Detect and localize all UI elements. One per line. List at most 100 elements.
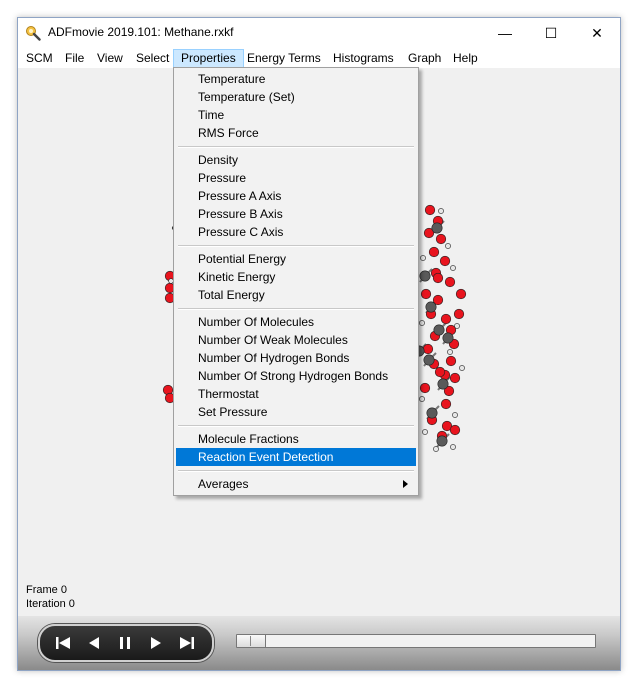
menu-item-thermostat[interactable]: Thermostat: [176, 385, 416, 403]
carbon-atom: [425, 301, 437, 313]
menu-item-kinetic-energy[interactable]: Kinetic Energy: [176, 268, 416, 286]
hydrogen-atom: [459, 365, 465, 371]
menu-item-label: Potential Energy: [198, 252, 287, 266]
menu-item-label: Number Of Hydrogen Bonds: [198, 351, 350, 365]
menu-item-number-of-hydrogen-bonds[interactable]: Number Of Hydrogen Bonds: [176, 349, 416, 367]
menu-item-label: Averages: [198, 477, 249, 491]
menu-item-time[interactable]: Time: [176, 106, 416, 124]
oxygen-atom: [424, 204, 436, 216]
menu-select[interactable]: Select: [129, 50, 176, 67]
title-bar[interactable]: ADFmovie 2019.101: Methane.rxkf — ☐ ✕: [18, 18, 620, 48]
playback-bar: [18, 616, 620, 670]
hydrogen-atom: [452, 412, 458, 418]
oxygen-atom: [449, 372, 461, 384]
menu-item-rms-force[interactable]: RMS Force: [176, 124, 416, 142]
menu-item-pressure-b-axis[interactable]: Pressure B Axis: [176, 205, 416, 223]
hydrogen-atom: [420, 255, 426, 261]
menu-separator: [178, 308, 414, 310]
maximize-icon: ☐: [544, 25, 558, 41]
menu-properties[interactable]: Properties: [173, 49, 244, 68]
hydrogen-atom: [433, 446, 439, 452]
step-back-icon: [89, 637, 99, 649]
menu-file[interactable]: File: [58, 50, 91, 67]
menu-item-label: Temperature (Set): [198, 90, 295, 104]
hydrogen-atom: [450, 265, 456, 271]
oxygen-atom: [444, 276, 456, 288]
menu-item-molecule-fractions[interactable]: Molecule Fractions: [176, 430, 416, 448]
menu-item-number-of-strong-hydrogen-bonds[interactable]: Number Of Strong Hydrogen Bonds: [176, 367, 416, 385]
menu-item-potential-energy[interactable]: Potential Energy: [176, 250, 416, 268]
menu-item-label: Kinetic Energy: [198, 270, 276, 284]
hydrogen-atom: [419, 320, 425, 326]
minimize-icon: —: [498, 25, 512, 41]
oxygen-atom: [449, 424, 461, 436]
menu-item-label: Number Of Strong Hydrogen Bonds: [198, 369, 389, 383]
first-frame-button[interactable]: [50, 631, 76, 655]
menu-view[interactable]: View: [90, 50, 130, 67]
menu-help[interactable]: Help: [446, 50, 485, 67]
menu-energy-terms[interactable]: Energy Terms: [240, 50, 328, 67]
skip-last-icon: [180, 637, 194, 649]
hydrogen-atom: [419, 396, 425, 402]
pause-button[interactable]: [112, 631, 138, 655]
menu-item-number-of-weak-molecules[interactable]: Number Of Weak Molecules: [176, 331, 416, 349]
menu-item-label: Pressure C Axis: [198, 225, 284, 239]
oxygen-atom: [439, 255, 451, 267]
carbon-atom: [426, 407, 438, 419]
oxygen-atom: [445, 355, 457, 367]
menu-bar: SCM File View Select Properties Energy T…: [18, 48, 620, 68]
oxygen-atom: [440, 313, 452, 325]
menu-item-temperature[interactable]: Temperature: [176, 70, 416, 88]
carbon-atom: [442, 332, 454, 344]
frame-slider-track[interactable]: [236, 634, 596, 648]
window-title: ADFmovie 2019.101: Methane.rxkf: [48, 25, 234, 39]
menu-item-total-energy[interactable]: Total Energy: [176, 286, 416, 304]
oxygen-atom: [419, 382, 431, 394]
hydrogen-atom: [438, 208, 444, 214]
oxygen-atom: [453, 308, 465, 320]
adfmovie-app-icon: [26, 26, 41, 41]
menu-graph[interactable]: Graph: [401, 50, 448, 67]
hydrogen-atom: [445, 243, 451, 249]
last-frame-button[interactable]: [174, 631, 200, 655]
menu-item-label: Total Energy: [198, 288, 265, 302]
menu-item-label: Set Pressure: [198, 405, 268, 419]
menu-item-label: Pressure B Axis: [198, 207, 283, 221]
iteration-label: Iteration 0: [26, 598, 75, 610]
menu-item-label: Pressure: [198, 171, 247, 185]
menu-item-temperature-set[interactable]: Temperature (Set): [176, 88, 416, 106]
oxygen-atom: [435, 233, 447, 245]
menu-item-label: Pressure A Axis: [198, 189, 282, 203]
menu-item-density[interactable]: Density: [176, 151, 416, 169]
menu-item-averages[interactable]: Averages: [176, 475, 416, 493]
menu-item-set-pressure[interactable]: Set Pressure: [176, 403, 416, 421]
menu-item-pressure[interactable]: Pressure: [176, 169, 416, 187]
hydrogen-atom: [450, 444, 456, 450]
menu-scm[interactable]: SCM: [19, 50, 60, 67]
oxygen-atom: [432, 272, 444, 284]
menu-item-number-of-molecules[interactable]: Number Of Molecules: [176, 313, 416, 331]
menu-item-label: Number Of Molecules: [198, 315, 315, 329]
next-frame-button[interactable]: [143, 631, 169, 655]
previous-frame-button[interactable]: [81, 631, 107, 655]
menu-item-label: RMS Force: [198, 126, 259, 140]
maximize-button[interactable]: ☐: [528, 18, 574, 48]
menu-item-pressure-a-axis[interactable]: Pressure A Axis: [176, 187, 416, 205]
submenu-arrow-icon: [403, 480, 408, 488]
menu-item-label: Density: [198, 153, 239, 167]
menu-item-pressure-c-axis[interactable]: Pressure C Axis: [176, 223, 416, 241]
oxygen-atom: [434, 366, 446, 378]
carbon-atom: [423, 354, 435, 366]
carbon-atom: [436, 435, 448, 447]
frame-slider-thumb[interactable]: [237, 635, 266, 647]
menu-item-reaction-event-detection[interactable]: Reaction Event Detection: [176, 448, 416, 466]
carbon-atom: [419, 270, 431, 282]
menu-histograms[interactable]: Histograms: [326, 50, 401, 67]
minimize-button[interactable]: —: [482, 18, 528, 48]
menu-item-label: Temperature: [198, 72, 266, 86]
menu-item-label: Number Of Weak Molecules: [198, 333, 348, 347]
menu-item-label: Molecule Fractions: [198, 432, 299, 446]
menu-item-label: Reaction Event Detection: [198, 450, 334, 464]
close-button[interactable]: ✕: [574, 18, 620, 48]
oxygen-atom: [455, 288, 467, 300]
